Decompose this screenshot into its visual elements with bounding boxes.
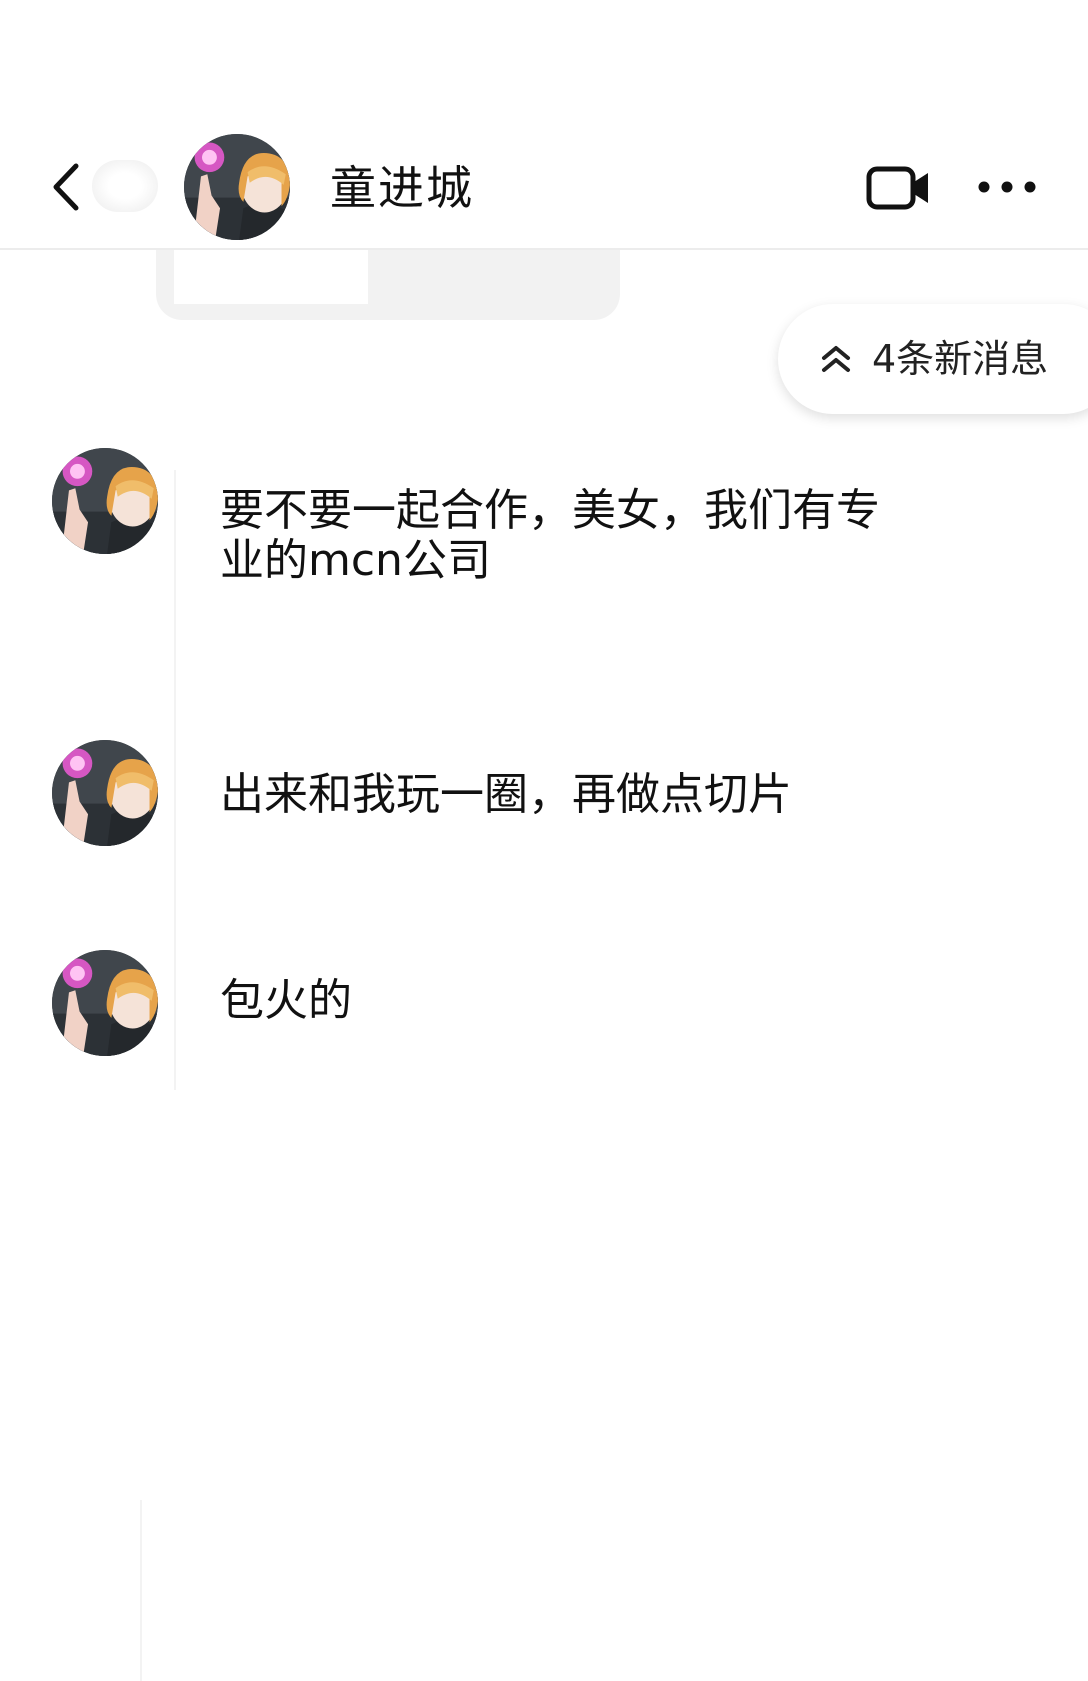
sender-avatar[interactable] xyxy=(52,740,158,846)
sender-avatar[interactable] xyxy=(52,448,158,554)
divider xyxy=(140,1500,142,1681)
chevron-left-icon xyxy=(53,163,79,211)
avatar-image xyxy=(52,950,158,1056)
divider xyxy=(174,470,176,1090)
message-text: 出来和我玩一圈，再做点切片 xyxy=(220,769,792,820)
avatar-image xyxy=(184,134,290,240)
message-text: 包火的 xyxy=(220,975,352,1026)
more-horizontal-icon xyxy=(978,181,1036,193)
more-options-button[interactable] xyxy=(976,170,1038,204)
new-messages-label: 4条新消息 xyxy=(872,337,1049,381)
avatar-image xyxy=(52,448,158,554)
chat-header: 童进城 xyxy=(0,0,1088,250)
unread-count-badge xyxy=(92,160,158,212)
video-call-icon xyxy=(866,166,928,210)
sender-avatar[interactable] xyxy=(52,950,158,1056)
contact-avatar[interactable] xyxy=(184,134,290,240)
avatar-image xyxy=(52,740,158,846)
double-chevron-up-icon xyxy=(822,346,850,372)
video-call-button[interactable] xyxy=(866,164,932,212)
back-button[interactable] xyxy=(44,158,92,216)
message-text: 要不要一起合作，美女，我们有专业的mcn公司 xyxy=(220,485,880,586)
new-messages-button[interactable]: 4条新消息 xyxy=(778,304,1088,414)
contact-name: 童进城 xyxy=(330,161,474,215)
